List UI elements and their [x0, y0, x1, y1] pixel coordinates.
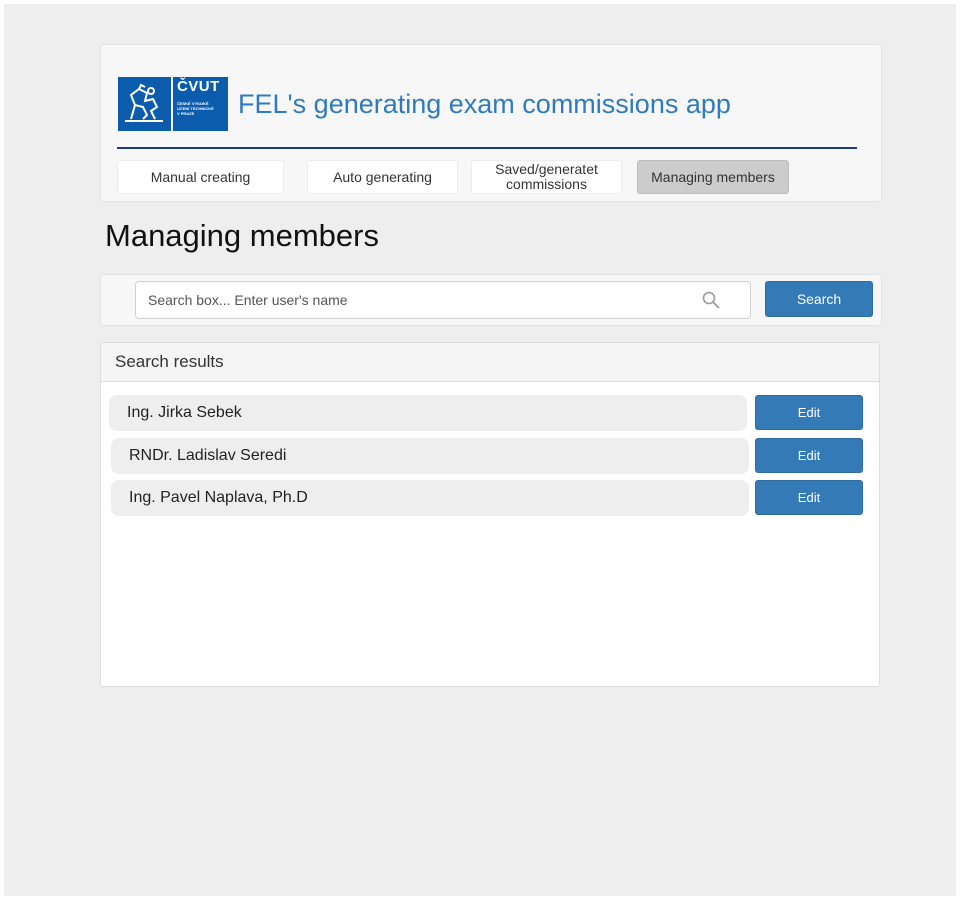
- tab-manual-creating[interactable]: Manual creating: [117, 160, 284, 194]
- logo-subtitle-line: V PRAZE: [176, 111, 195, 116]
- search-input[interactable]: [136, 282, 696, 318]
- search-icon[interactable]: [702, 291, 720, 309]
- app-title: FEL's generating exam commissions app: [238, 89, 731, 119]
- list-item: RNDr. Ladislav Seredi Edit: [109, 438, 869, 474]
- member-name: Ing. Jirka Sebek: [109, 395, 747, 431]
- tab-managing-members[interactable]: Managing members: [637, 160, 789, 194]
- cvut-logo-text: ČVUT ČESKÉ VYSOKÉ UČENÍ TECHNICKÉ V PRAZ…: [172, 77, 228, 131]
- cvut-logo: ČVUT ČESKÉ VYSOKÉ UČENÍ TECHNICKÉ V PRAZ…: [118, 77, 228, 131]
- edit-button[interactable]: Edit: [755, 395, 863, 430]
- edit-button[interactable]: Edit: [755, 438, 863, 473]
- page-background: ČVUT ČESKÉ VYSOKÉ UČENÍ TECHNICKÉ V PRAZ…: [4, 4, 956, 896]
- member-name: RNDr. Ladislav Seredi: [111, 438, 749, 474]
- search-results-panel: Search results Ing. Jirka Sebek Edit RND…: [100, 342, 880, 687]
- page-title: Managing members: [105, 218, 379, 253]
- lion-emblem-icon: [118, 77, 171, 131]
- search-button[interactable]: Search: [765, 281, 873, 317]
- list-item: Ing. Jirka Sebek Edit: [109, 395, 869, 431]
- edit-button[interactable]: Edit: [755, 480, 863, 515]
- tab-auto-generating[interactable]: Auto generating: [307, 160, 458, 194]
- search-box: [135, 281, 751, 319]
- tab-saved-commissions[interactable]: Saved/generatet commissions: [471, 160, 622, 194]
- search-results-header: Search results: [101, 343, 879, 382]
- search-panel: Search: [100, 274, 882, 326]
- title-divider: [117, 147, 857, 149]
- logo-title: ČVUT: [176, 78, 220, 95]
- header-panel: ČVUT ČESKÉ VYSOKÉ UČENÍ TECHNICKÉ V PRAZ…: [100, 44, 882, 202]
- member-name: Ing. Pavel Naplava, Ph.D: [111, 480, 749, 516]
- logo-subtitle: ČESKÉ VYSOKÉ UČENÍ TECHNICKÉ V PRAZE: [177, 101, 224, 116]
- list-item: Ing. Pavel Naplava, Ph.D Edit: [109, 480, 869, 516]
